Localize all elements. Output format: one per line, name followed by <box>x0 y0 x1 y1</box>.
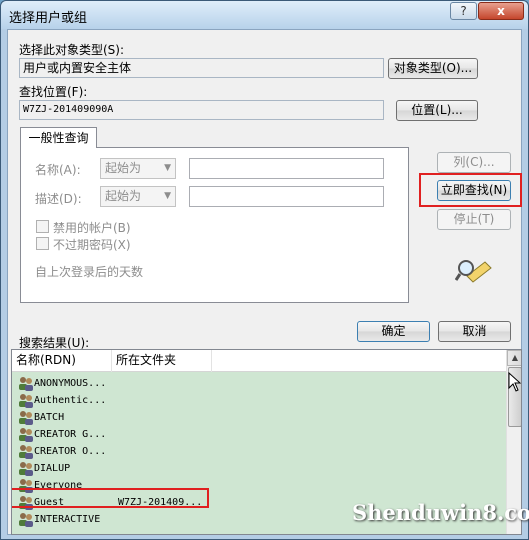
location-field: W7ZJ-201409090A <box>19 100 384 120</box>
user-group-icon <box>19 428 33 442</box>
description-label: 描述(D): <box>35 192 82 206</box>
user-group-icon <box>19 462 33 476</box>
mouse-cursor-icon <box>508 372 521 392</box>
row-name: Authentic... <box>34 395 107 406</box>
object-types-button[interactable]: 对象类型(O)... <box>388 58 478 79</box>
name-label: 名称(A): <box>35 163 81 177</box>
description-input[interactable] <box>189 186 384 207</box>
find-now-highlight <box>419 173 522 207</box>
close-button[interactable]: x <box>478 2 524 20</box>
column-header-folder[interactable]: 所在文件夹 <box>112 350 212 372</box>
locations-button[interactable]: 位置(L)... <box>396 100 478 121</box>
row-name: INTERACTIVE <box>34 514 101 525</box>
columns-button[interactable]: 列(C)... <box>437 152 511 173</box>
row-name: CREATOR G... <box>34 429 107 440</box>
user-group-icon <box>19 411 33 425</box>
object-type-field: 用户或内置安全主体 <box>19 58 384 78</box>
row-name: ANONYMOUS... <box>34 378 107 389</box>
days-since-login-label: 自上次登录后的天数 <box>35 265 144 279</box>
cancel-button[interactable]: 取消 <box>438 321 511 342</box>
no-expire-password-label: 不过期密码(X) <box>53 238 131 252</box>
user-group-icon <box>19 513 33 527</box>
disabled-accounts-checkbox[interactable] <box>36 220 49 233</box>
user-group-icon <box>19 394 33 408</box>
title-bar[interactable]: 选择用户或组 ? x <box>1 1 528 29</box>
chevron-down-icon: ▼ <box>164 163 171 173</box>
dialog-window: 选择用户或组 ? x 选择此对象类型(S): 用户或内置安全主体 对象类型(O)… <box>0 0 529 540</box>
table-row[interactable]: CREATOR O... <box>12 443 506 460</box>
help-button[interactable]: ? <box>450 2 477 20</box>
row-name: DIALUP <box>34 463 71 474</box>
location-label: 查找位置(F): <box>19 85 88 99</box>
table-row[interactable]: Authentic... <box>12 392 506 409</box>
chevron-down-icon: ▼ <box>164 191 171 201</box>
table-row[interactable]: ANONYMOUS... <box>12 375 506 392</box>
user-group-icon <box>19 377 33 391</box>
description-mode-select[interactable]: 起始为 ▼ <box>100 186 176 207</box>
row-name: CREATOR O... <box>34 446 107 457</box>
name-mode-select[interactable]: 起始为 ▼ <box>100 158 176 179</box>
table-row[interactable]: BATCH <box>12 409 506 426</box>
dialog-client: 选择此对象类型(S): 用户或内置安全主体 对象类型(O)... 查找位置(F)… <box>7 29 522 535</box>
no-expire-password-checkbox[interactable] <box>36 237 49 250</box>
row-name: BATCH <box>34 412 65 423</box>
ok-button[interactable]: 确定 <box>357 321 430 342</box>
column-header-name[interactable]: 名称(RDN) <box>12 350 112 372</box>
window-title: 选择用户或组 <box>9 11 88 26</box>
scroll-up-arrow-icon[interactable]: ▲ <box>507 350 521 366</box>
name-input[interactable] <box>189 158 384 179</box>
tab-general-query[interactable]: 一般性查询 <box>20 127 97 148</box>
guest-row-highlight <box>12 488 209 508</box>
table-row[interactable]: CREATOR G... <box>12 426 506 443</box>
name-mode-value: 起始为 <box>105 161 142 175</box>
disabled-accounts-label: 禁用的帐户(B) <box>53 221 131 235</box>
search-icon <box>455 260 492 283</box>
stop-button[interactable]: 停止(T) <box>437 209 511 230</box>
results-header: 名称(RDN) 所在文件夹 <box>12 350 506 372</box>
table-row[interactable]: DIALUP <box>12 460 506 477</box>
user-group-icon <box>19 445 33 459</box>
watermark-text: Shenduwin8.com <box>352 500 529 525</box>
object-type-label: 选择此对象类型(S): <box>19 43 125 57</box>
description-mode-value: 起始为 <box>105 189 142 203</box>
